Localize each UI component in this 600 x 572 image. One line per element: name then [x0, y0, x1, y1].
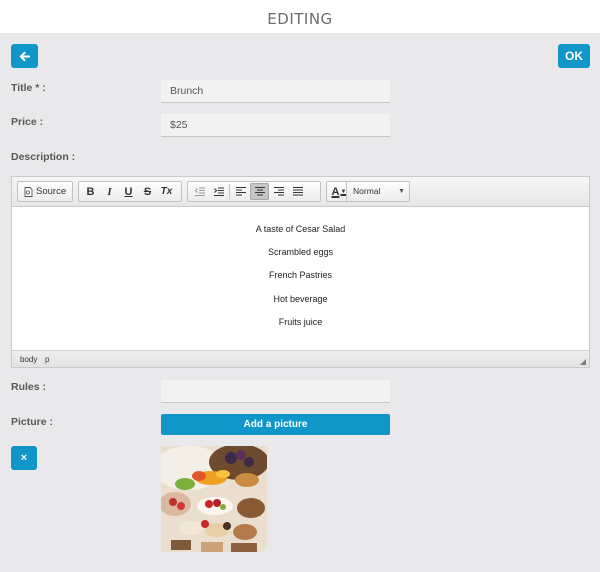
title-field[interactable]: [161, 80, 390, 103]
bold-button[interactable]: B: [81, 183, 100, 200]
text-color-label: A: [331, 185, 340, 198]
brunch-picture: [161, 446, 267, 552]
format-select[interactable]: Normal ▼: [346, 181, 410, 202]
strike-button[interactable]: S: [138, 183, 157, 200]
add-picture-button[interactable]: Add a picture: [161, 414, 390, 435]
align-center-icon: [254, 187, 265, 196]
editor-status-bar: body p: [12, 350, 589, 367]
indent-button[interactable]: [209, 183, 228, 200]
header-bar: EDITING: [0, 0, 600, 34]
ok-button[interactable]: OK: [558, 44, 590, 68]
price-field[interactable]: [161, 114, 390, 137]
format-select-value: Normal: [353, 186, 381, 196]
justify-button[interactable]: [288, 183, 307, 200]
align-right-icon: [273, 187, 284, 196]
source-button[interactable]: Source: [20, 186, 70, 197]
path-item-p[interactable]: p: [45, 355, 49, 364]
align-left-icon: [235, 187, 246, 196]
outdent-icon: [194, 187, 205, 196]
editor-toolbar: Source B I U S Tx A ▼ Normal ▼: [12, 177, 589, 207]
rules-label: Rules :: [11, 381, 47, 393]
description-label: Description :: [11, 151, 76, 163]
alignment-group: [187, 181, 321, 202]
align-left-button[interactable]: [231, 183, 250, 200]
align-center-button[interactable]: [250, 183, 269, 200]
editor-content[interactable]: A taste of Cesar Salad Scrambled eggs Fr…: [12, 208, 589, 350]
rules-field[interactable]: [161, 380, 390, 403]
source-label: Source: [36, 186, 67, 197]
resize-handle-icon[interactable]: [580, 359, 586, 365]
indent-icon: [213, 187, 224, 196]
content-line: Scrambled eggs: [267, 247, 334, 257]
content-line: Fruits juice: [278, 317, 323, 327]
back-button[interactable]: [11, 44, 38, 68]
price-label: Price :: [11, 116, 44, 128]
document-icon: [24, 186, 33, 197]
justify-icon: [292, 187, 303, 196]
source-group: Source: [17, 181, 73, 202]
picture-label: Picture :: [11, 416, 54, 428]
outdent-button[interactable]: [190, 183, 209, 200]
title-label: Title * :: [11, 82, 46, 94]
content-line: French Pastries: [268, 270, 333, 280]
remove-picture-button[interactable]: ×: [11, 446, 37, 470]
italic-button[interactable]: I: [100, 183, 119, 200]
toolbar-separator: [229, 184, 230, 199]
page-title: EDITING: [267, 10, 333, 28]
remove-format-button[interactable]: Tx: [157, 183, 176, 200]
content-line: Hot beverage: [273, 294, 328, 304]
basic-styles-group: B I U S Tx: [78, 181, 182, 202]
chevron-down-icon: ▼: [398, 188, 405, 195]
underline-button[interactable]: U: [119, 183, 138, 200]
align-right-button[interactable]: [269, 183, 288, 200]
rich-text-editor: Source B I U S Tx A ▼ Normal ▼ A taste o…: [11, 176, 590, 368]
content-line: A taste of Cesar Salad: [255, 224, 346, 234]
arrow-left-icon: [19, 51, 30, 61]
path-item-body[interactable]: body: [20, 355, 37, 364]
